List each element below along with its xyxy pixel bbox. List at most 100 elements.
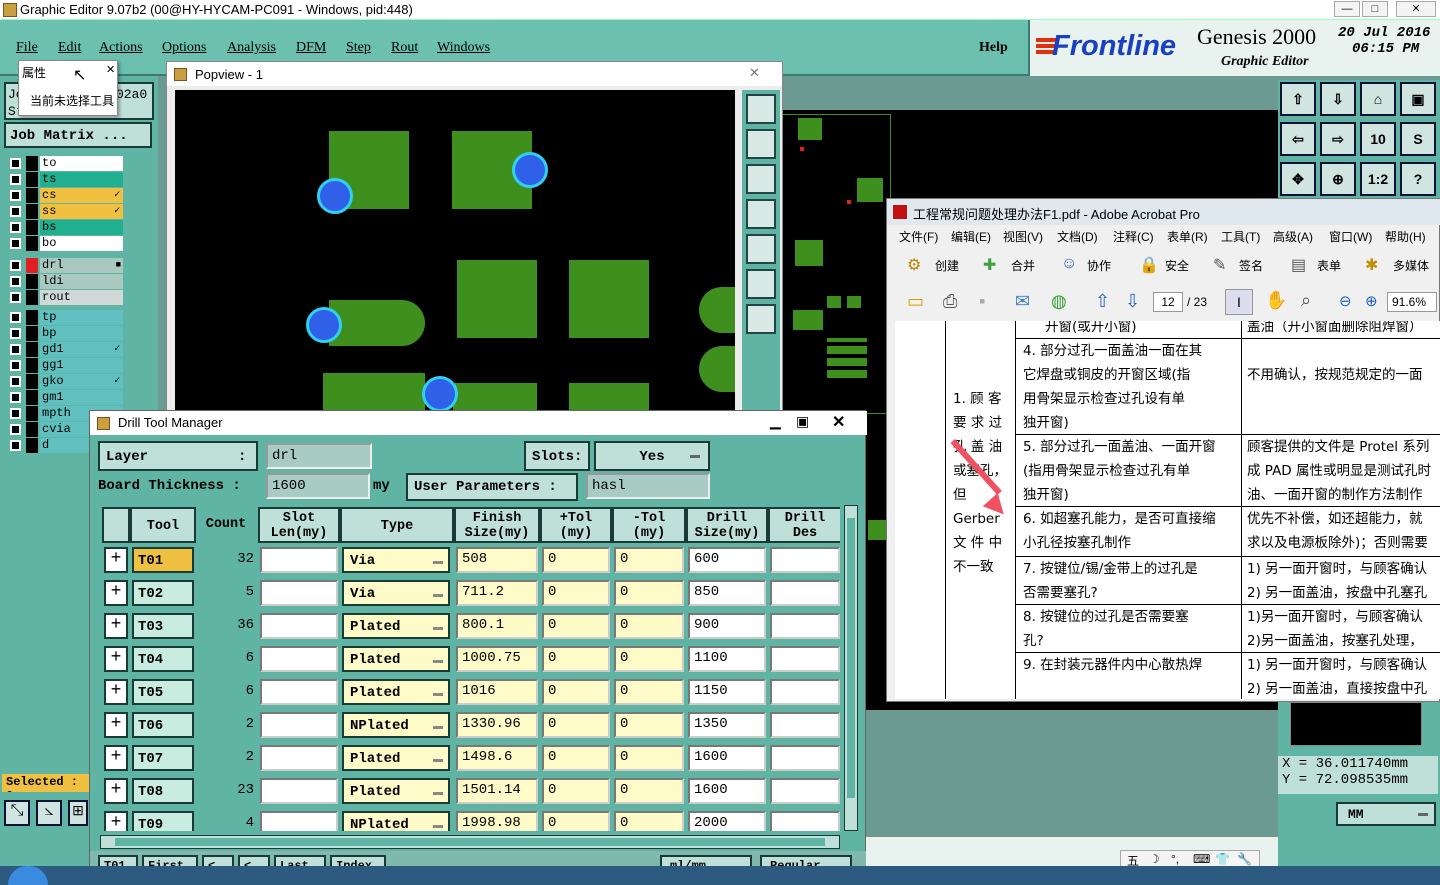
layer-checkbox[interactable] bbox=[10, 276, 21, 287]
finish-size-input[interactable]: 1498.6 bbox=[456, 745, 538, 771]
slot-len-input[interactable] bbox=[260, 547, 338, 573]
layer-checkbox[interactable] bbox=[10, 238, 21, 249]
plus-tol-input[interactable]: 0 bbox=[542, 613, 610, 639]
security-button[interactable]: 安全 bbox=[1165, 257, 1189, 274]
layer-checkbox[interactable] bbox=[10, 424, 21, 435]
layer-row-ldi[interactable]: ldi bbox=[8, 274, 123, 289]
drill-size-input[interactable]: 850 bbox=[688, 580, 766, 606]
menu-edit[interactable]: Edit bbox=[58, 40, 81, 56]
multimedia-button[interactable]: 多媒体 bbox=[1393, 257, 1429, 274]
layer-row-to[interactable]: to bbox=[8, 156, 123, 171]
center-icon[interactable]: ⊕ bbox=[1320, 162, 1356, 196]
row-expand-button[interactable]: + bbox=[104, 613, 128, 639]
layer-row-drl[interactable]: drl ■ bbox=[8, 258, 123, 273]
slot-len-input[interactable] bbox=[260, 811, 338, 831]
acro-menu-advanced[interactable]: 高级(A) bbox=[1273, 228, 1313, 245]
drill-des-input[interactable] bbox=[770, 679, 840, 705]
tray-icon-1[interactable]: ☽ bbox=[1149, 852, 1160, 866]
finish-size-input[interactable]: 800.1 bbox=[456, 613, 538, 639]
slot-len-input[interactable] bbox=[260, 778, 338, 804]
zoom-tool-icon[interactable]: ⤡ bbox=[4, 800, 30, 826]
scale-one-two-icon[interactable]: 1:2 bbox=[1360, 162, 1396, 196]
minus-tol-input[interactable]: 0 bbox=[614, 646, 684, 672]
menu-analysis[interactable]: Analysis bbox=[227, 40, 276, 56]
drill-des-input[interactable] bbox=[770, 613, 840, 639]
row-expand-button[interactable]: + bbox=[104, 811, 128, 831]
row-expand-button[interactable]: + bbox=[104, 679, 128, 705]
open-folder-icon[interactable]: ▭ bbox=[907, 291, 924, 312]
layer-checkbox[interactable] bbox=[10, 344, 21, 355]
tray-icon-5[interactable]: 🔧 bbox=[1237, 852, 1252, 866]
slot-len-input[interactable] bbox=[260, 745, 338, 771]
zoom-level-input[interactable]: 91.6% bbox=[1387, 292, 1437, 312]
pdf-page[interactable]: 开窗(或开小窗) 盖油（开小窗面删除阻焊窗） 1. 顾 客要 求 过孔 盖 油或… bbox=[895, 321, 1440, 699]
collaborate-button[interactable]: 协作 bbox=[1087, 257, 1111, 274]
home-view-icon[interactable]: ⌂ bbox=[1360, 82, 1396, 116]
layer-checkbox[interactable] bbox=[10, 222, 21, 233]
finish-size-input[interactable]: 1998.98 bbox=[456, 811, 538, 831]
layer-row-gm1[interactable]: gm1 bbox=[8, 390, 123, 405]
layer-checkbox[interactable] bbox=[10, 174, 21, 185]
dtm-close-button[interactable]: ✕ bbox=[832, 412, 845, 432]
minus-tol-input[interactable]: 0 bbox=[614, 745, 684, 771]
tool-id[interactable]: T04 bbox=[132, 646, 194, 672]
layer-checkbox[interactable] bbox=[10, 440, 21, 451]
start-button[interactable] bbox=[8, 866, 48, 885]
acro-menu-comments[interactable]: 注释(C) bbox=[1113, 228, 1154, 245]
type-select[interactable]: Plated bbox=[342, 778, 450, 804]
slot-len-input[interactable] bbox=[260, 712, 338, 738]
layer-row-cs[interactable]: cs ✓ bbox=[8, 188, 123, 203]
layer-row-gko[interactable]: gko ✓ bbox=[8, 374, 123, 389]
popview-pan-up-icon[interactable] bbox=[746, 129, 776, 159]
globe-icon[interactable]: ◍ bbox=[1051, 291, 1067, 312]
drill-size-input[interactable]: 2000 bbox=[688, 811, 766, 831]
menu-windows[interactable]: Windows bbox=[437, 40, 490, 56]
drill-size-input[interactable]: 1100 bbox=[688, 646, 766, 672]
user-params-button[interactable]: User Parameters : bbox=[406, 473, 578, 501]
minus-tol-input[interactable]: 0 bbox=[614, 679, 684, 705]
popview-pan-left-icon[interactable] bbox=[746, 199, 776, 229]
acro-menu-edit[interactable]: 编辑(E) bbox=[951, 228, 991, 245]
drill-des-input[interactable] bbox=[770, 745, 840, 771]
menu-options[interactable]: Options bbox=[162, 40, 206, 56]
grid-tool-icon[interactable]: ⊞ bbox=[68, 800, 88, 826]
layer-checkbox[interactable] bbox=[10, 328, 21, 339]
save-icon[interactable]: ▪ bbox=[979, 291, 985, 312]
email-icon[interactable]: ✉ bbox=[1015, 291, 1030, 312]
layer-row-tp[interactable]: tp bbox=[8, 310, 123, 325]
tool-id[interactable]: T03 bbox=[132, 613, 194, 639]
layer-input[interactable]: drl bbox=[266, 443, 372, 469]
menu-actions[interactable]: Actions bbox=[99, 40, 143, 56]
minus-tol-input[interactable]: 0 bbox=[614, 778, 684, 804]
layer-row-bo[interactable]: bo bbox=[8, 236, 123, 251]
menu-step[interactable]: Step bbox=[346, 40, 371, 56]
drill-size-input[interactable]: 600 bbox=[688, 547, 766, 573]
slot-len-input[interactable] bbox=[260, 580, 338, 606]
layer-row-ss[interactable]: ss ✓ bbox=[8, 204, 123, 219]
page-number-input[interactable]: 12 bbox=[1153, 292, 1183, 312]
drill-size-input[interactable]: 1600 bbox=[688, 745, 766, 771]
pan-right-icon[interactable]: ⇨ bbox=[1320, 122, 1356, 156]
popview-fit-icon[interactable] bbox=[746, 269, 776, 299]
finish-size-input[interactable]: 1000.75 bbox=[456, 646, 538, 672]
acro-menu-tools[interactable]: 工具(T) bbox=[1221, 228, 1260, 245]
select-text-icon[interactable]: I bbox=[1225, 289, 1253, 315]
slot-len-input[interactable] bbox=[260, 646, 338, 672]
tool-id[interactable]: T09 bbox=[132, 811, 194, 831]
plus-tol-input[interactable]: 0 bbox=[542, 712, 610, 738]
dtm-minimize-button[interactable]: ▁ bbox=[770, 413, 781, 430]
minus-tol-input[interactable]: 0 bbox=[614, 811, 684, 831]
type-select[interactable]: Via bbox=[342, 547, 450, 573]
finish-size-input[interactable]: 1016 bbox=[456, 679, 538, 705]
slots-select[interactable]: Yes bbox=[594, 441, 710, 471]
hand-tool-icon[interactable]: ✋ bbox=[1265, 290, 1287, 311]
layer-row-bp[interactable]: bp bbox=[8, 326, 123, 341]
pan-left-icon[interactable]: ⇦ bbox=[1280, 122, 1316, 156]
print-icon[interactable]: ⎙ bbox=[943, 291, 957, 312]
acro-menu-view[interactable]: 视图(V) bbox=[1003, 228, 1043, 245]
tool-id[interactable]: T05 bbox=[132, 679, 194, 705]
layer-checkbox[interactable] bbox=[10, 376, 21, 387]
tool-id[interactable]: T06 bbox=[132, 712, 194, 738]
layer-row-gd1[interactable]: gd1 ✓ bbox=[8, 342, 123, 357]
layer-row-ts[interactable]: ts bbox=[8, 172, 123, 187]
